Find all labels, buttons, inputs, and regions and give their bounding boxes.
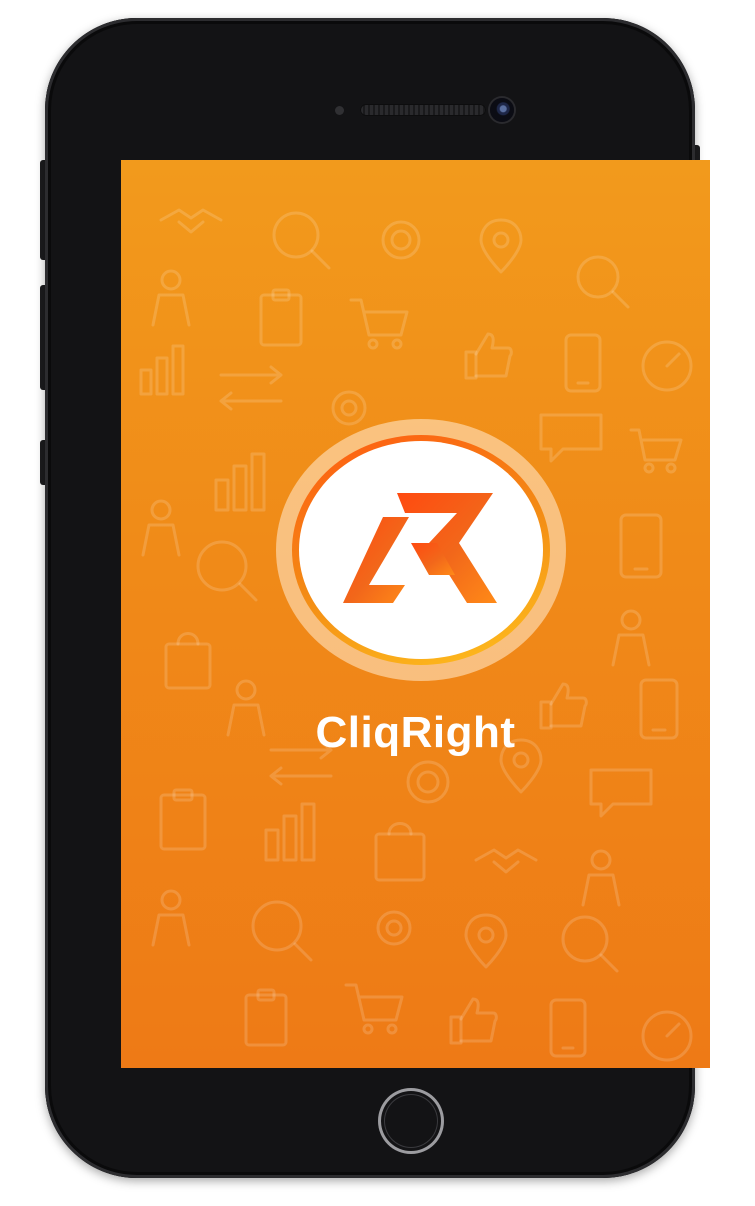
shopping-bag-icon xyxy=(164,632,212,690)
arrows-icon xyxy=(219,365,283,411)
bar-chart-icon xyxy=(139,344,185,396)
person-icon xyxy=(141,499,181,557)
shopping-cart-icon xyxy=(344,983,404,1035)
chat-bubble-icon xyxy=(539,413,603,463)
front-camera xyxy=(490,98,514,122)
clipboard-icon xyxy=(259,288,303,347)
phone-frame: CliqRight xyxy=(45,18,710,1178)
shopping-cart-icon xyxy=(629,428,683,474)
earpiece-speaker xyxy=(360,104,486,116)
handshake-icon xyxy=(159,208,223,234)
app-name: CliqRight xyxy=(315,708,516,757)
target-icon xyxy=(381,220,421,260)
proximity-sensor xyxy=(335,106,344,115)
thumbs-up-icon xyxy=(464,332,513,380)
target-icon xyxy=(406,760,450,804)
thumbs-up-icon xyxy=(449,997,498,1045)
person-icon xyxy=(151,889,191,947)
location-pin-icon xyxy=(479,218,523,274)
magnifier-icon xyxy=(561,915,619,973)
splash-screen[interactable]: CliqRight xyxy=(121,160,710,1068)
mobile-icon xyxy=(564,333,602,393)
magnifier-icon xyxy=(251,900,313,962)
cliqright-cr-logo-icon xyxy=(343,493,497,603)
gauge-icon xyxy=(641,340,693,392)
target-icon xyxy=(331,390,367,426)
bar-chart-icon xyxy=(214,452,266,512)
location-pin-icon xyxy=(464,913,508,969)
clipboard-icon xyxy=(159,788,207,851)
mobile-icon xyxy=(549,998,587,1058)
magnifier-icon xyxy=(196,540,258,602)
mobile-icon xyxy=(619,513,663,579)
magnifier-icon xyxy=(576,255,630,309)
person-icon xyxy=(581,849,621,907)
handshake-icon xyxy=(474,848,538,874)
chat-bubble-icon xyxy=(589,768,653,818)
target-icon xyxy=(376,910,412,946)
shopping-cart-icon xyxy=(349,298,409,350)
person-icon xyxy=(151,269,191,327)
gauge-icon xyxy=(641,1010,693,1062)
magnifier-icon xyxy=(272,211,331,270)
person-icon xyxy=(611,609,651,667)
shopping-bag-icon xyxy=(374,822,426,882)
clipboard-icon xyxy=(244,988,288,1047)
home-button[interactable] xyxy=(378,1088,444,1154)
bar-chart-icon xyxy=(264,802,316,862)
